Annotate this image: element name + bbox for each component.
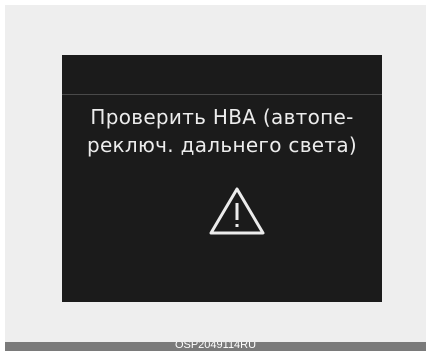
message-line-2: реключ. дальнего света)	[86, 133, 358, 157]
warning-triangle-icon	[209, 187, 265, 235]
image-code-caption: OSP2049114RU	[174, 342, 257, 351]
caption-bar: OSP2049114RU	[5, 342, 426, 351]
display-divider	[62, 94, 382, 95]
message-line-1: Проверить HBA (автопе-	[90, 105, 354, 129]
cluster-display: Проверить HBA (автопе- реключ. дальнего …	[62, 55, 382, 302]
display-frame: Проверить HBA (автопе- реключ. дальнего …	[5, 5, 426, 342]
warning-message: Проверить HBA (автопе- реключ. дальнего …	[62, 103, 382, 159]
